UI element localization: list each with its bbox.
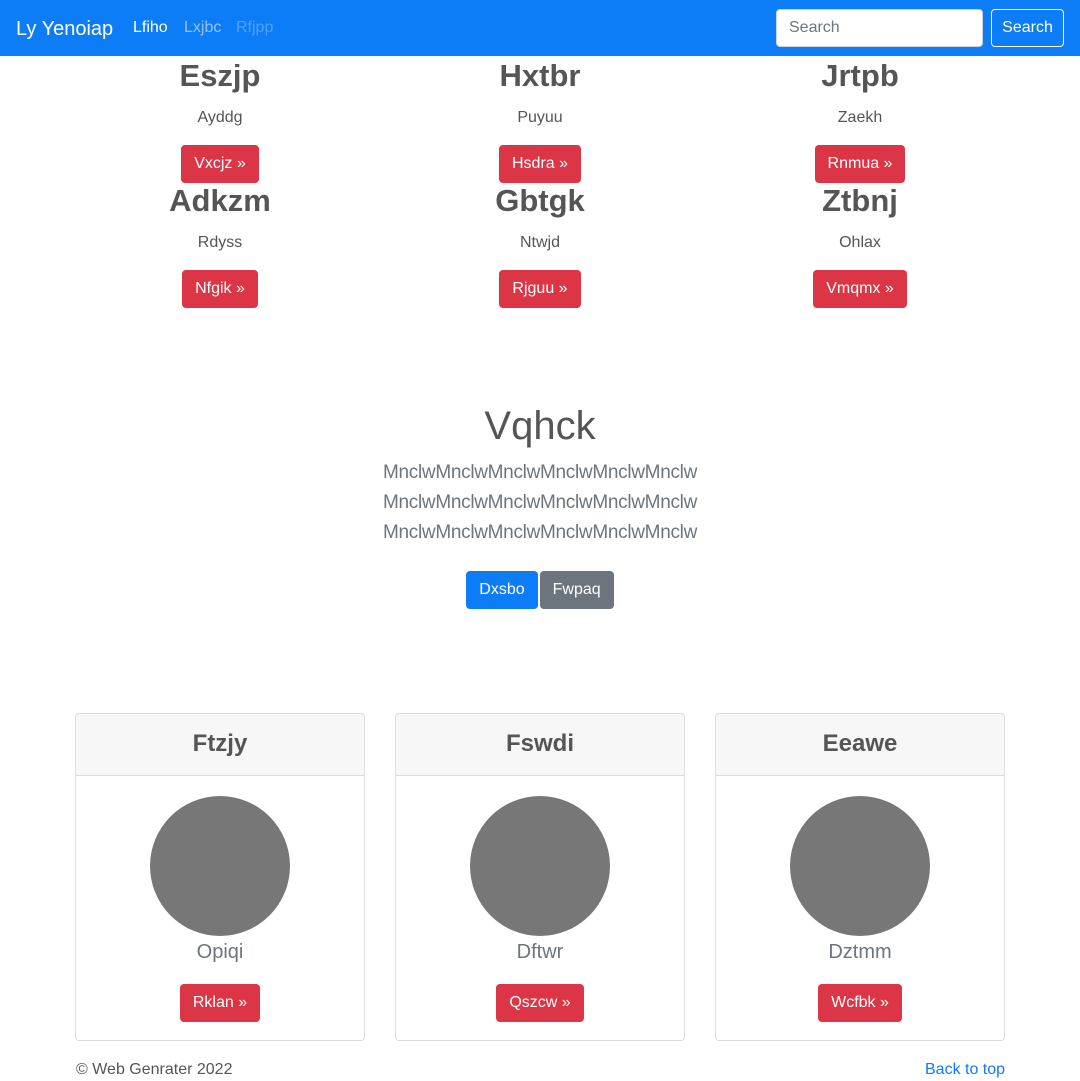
feature-button[interactable]: Nfgik » — [182, 270, 258, 308]
jumbotron-lead: MnclwMnclwMnclwMnclwMnclwMnclw MnclwMncl… — [0, 458, 1080, 548]
feature-item: Eszjp Ayddg Vxcjz » — [70, 58, 370, 183]
avatar — [790, 796, 930, 936]
feature-text: Ntwjd — [519, 234, 560, 251]
lead-line: MnclwMnclwMnclwMnclwMnclwMnclw — [382, 492, 698, 513]
feature-text: Puyuu — [517, 109, 563, 126]
navbar: Ly Yenoiap Lfiho Lxjbc Rfjpp Search — [0, 0, 1080, 56]
nav-link-lxjbc[interactable]: Lxjbc — [184, 18, 221, 38]
feature-title: Gbtgk — [495, 183, 585, 218]
card-text: Dftwr — [516, 941, 564, 963]
jumbotron-title: Vqhck — [484, 404, 596, 448]
feature-text: Zaekh — [837, 109, 883, 126]
feature-button[interactable]: Rjguu » — [499, 270, 581, 308]
card-button[interactable]: Qszcw » — [496, 984, 584, 1022]
nav-link-lfiho[interactable]: Lfiho — [133, 18, 168, 38]
feature-text: Ayddg — [197, 109, 243, 126]
primary-button[interactable]: Dxsbo — [466, 571, 538, 609]
feature-item: Jrtpb Zaekh Rnmua » — [710, 58, 1010, 183]
card-button[interactable]: Wcfbk » — [818, 984, 902, 1022]
card: Ftzjy Opiqi Rklan » — [75, 713, 365, 1041]
lead-line: MnclwMnclwMnclwMnclwMnclwMnclw — [382, 522, 698, 543]
search-button[interactable]: Search — [991, 9, 1064, 47]
card: Fswdi Dftwr Qszcw » — [395, 713, 685, 1041]
nav-link-rfjpp[interactable]: Rfjpp — [236, 18, 273, 38]
back-to-top-link[interactable]: Back to top — [925, 1060, 1005, 1080]
feature-title: Ztbnj — [822, 183, 898, 218]
feature-button[interactable]: Hsdra » — [498, 145, 582, 183]
feature-item: Gbtgk Ntwjd Rjguu » — [390, 183, 690, 308]
feature-button[interactable]: Vmqmx » — [813, 270, 907, 308]
brand-link[interactable]: Ly Yenoiap — [16, 16, 113, 42]
feature-title: Hxtbr — [499, 58, 581, 93]
card-header: Ftzjy — [76, 714, 364, 776]
feature-title: Jrtpb — [821, 58, 899, 93]
avatar — [150, 796, 290, 936]
secondary-button[interactable]: Fwpaq — [539, 571, 614, 609]
jumbotron-buttons: Dxsbo Fwpaq — [0, 571, 1080, 609]
card-header: Fswdi — [396, 714, 684, 776]
feature-text: Ohlax — [839, 234, 881, 251]
feature-title: Adkzm — [169, 183, 271, 218]
jumbotron: Vqhck MnclwMnclwMnclwMnclwMnclwMnclw Mnc… — [0, 400, 1080, 609]
feature-item: Adkzm Rdyss Nfgik » — [70, 183, 370, 308]
search-input[interactable] — [776, 9, 983, 47]
lead-line: MnclwMnclwMnclwMnclwMnclwMnclw — [382, 462, 698, 483]
avatar — [470, 796, 610, 936]
card-header: Eeawe — [716, 714, 1004, 776]
card-text: Dztmm — [828, 941, 892, 963]
feature-button[interactable]: Rnmua » — [814, 145, 906, 183]
copyright-text: © Web Genrater 2022 — [76, 1061, 233, 1078]
card-button[interactable]: Rklan » — [179, 984, 261, 1022]
feature-item: Ztbnj Ohlax Vmqmx » — [710, 183, 1010, 308]
feature-title: Eszjp — [179, 58, 261, 93]
card: Eeawe Dztmm Wcfbk » — [715, 713, 1005, 1041]
feature-item: Hxtbr Puyuu Hsdra » — [390, 58, 690, 183]
feature-text: Rdyss — [197, 234, 243, 251]
card-text: Opiqi — [196, 941, 244, 963]
feature-button[interactable]: Vxcjz » — [181, 145, 259, 183]
